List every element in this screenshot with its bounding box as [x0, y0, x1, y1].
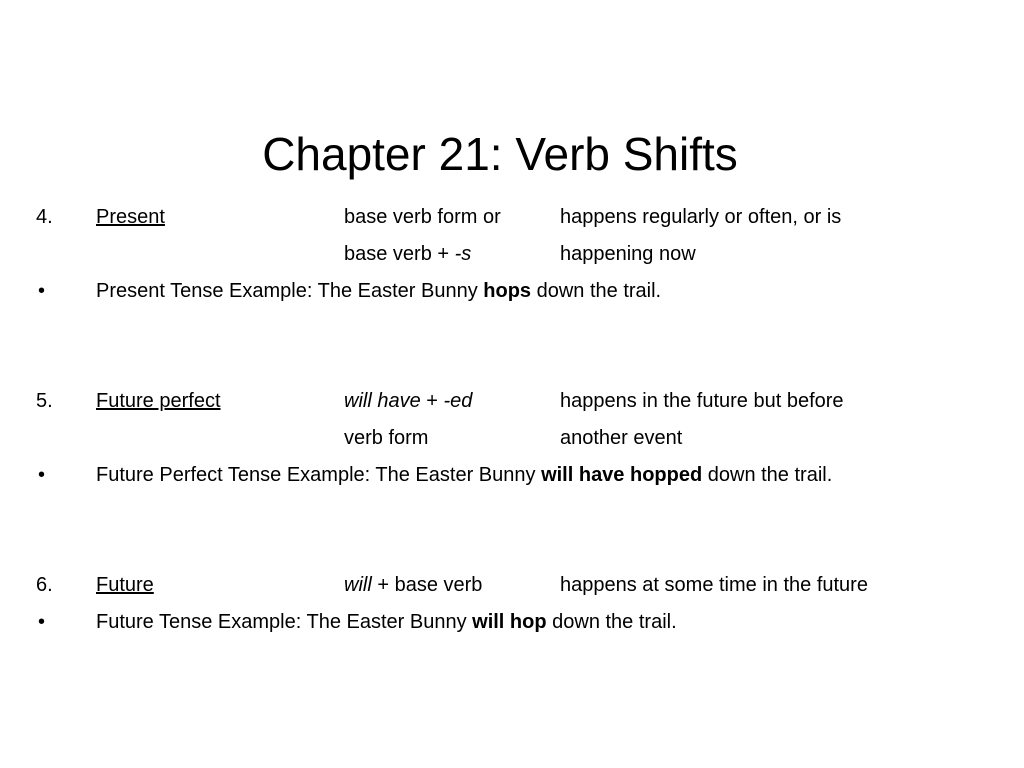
example-text: Future Tense Example: The Easter Bunny — [96, 611, 473, 633]
tense-description: happens in the future but before — [560, 390, 844, 412]
tense-description: happens at some time in the future — [560, 574, 868, 596]
example-text-end: down the trail. — [546, 611, 677, 633]
form-text: + base verb — [371, 574, 483, 596]
example-text: Present Tense Example: The Easter Bunny — [96, 280, 484, 302]
tense-description-cont: another event — [560, 427, 683, 449]
verb-form: base verb form or — [344, 206, 501, 228]
example-sentence: Future Tense Example: The Easter Bunny w… — [96, 608, 677, 636]
example-text: Future Perfect Tense Example: The Easter… — [96, 464, 542, 486]
example-sentence: Future Perfect Tense Example: The Easter… — [96, 461, 832, 489]
example-text-end: down the trail. — [531, 280, 662, 302]
tense-term: Future — [96, 574, 154, 596]
verb-form-cont: verb form — [344, 427, 429, 449]
item-number: 6. — [36, 574, 53, 596]
example-verb: hops — [483, 280, 532, 302]
tense-term: Future perfect — [96, 390, 221, 412]
form-plus: + — [420, 390, 444, 412]
example-sentence: Present Tense Example: The Easter Bunny … — [96, 277, 661, 305]
bullet-icon: • — [38, 280, 46, 302]
tense-description-cont: happening now — [560, 243, 696, 265]
example-verb: will have hopped — [541, 464, 703, 486]
verb-form: will have + -ed — [344, 387, 472, 415]
verb-form-cont: base verb + -s — [344, 240, 471, 268]
bullet-icon: • — [38, 611, 46, 633]
form-italic: will have — [344, 390, 421, 412]
tense-description: happens regularly or often, or is — [560, 206, 842, 228]
form-italic: will — [344, 574, 372, 596]
item-number: 5. — [36, 390, 53, 412]
example-verb: will hop — [472, 611, 547, 633]
tense-term: Present — [96, 206, 165, 228]
example-text-end: down the trail. — [702, 464, 833, 486]
verb-form: will + base verb — [344, 571, 482, 599]
slide-title: Chapter 21: Verb Shifts — [262, 128, 738, 180]
form-suffix: -s — [454, 243, 472, 265]
bullet-icon: • — [38, 464, 46, 486]
form-suffix: -ed — [443, 390, 473, 412]
item-number: 4. — [36, 206, 53, 228]
form-text: base verb + — [344, 243, 455, 265]
